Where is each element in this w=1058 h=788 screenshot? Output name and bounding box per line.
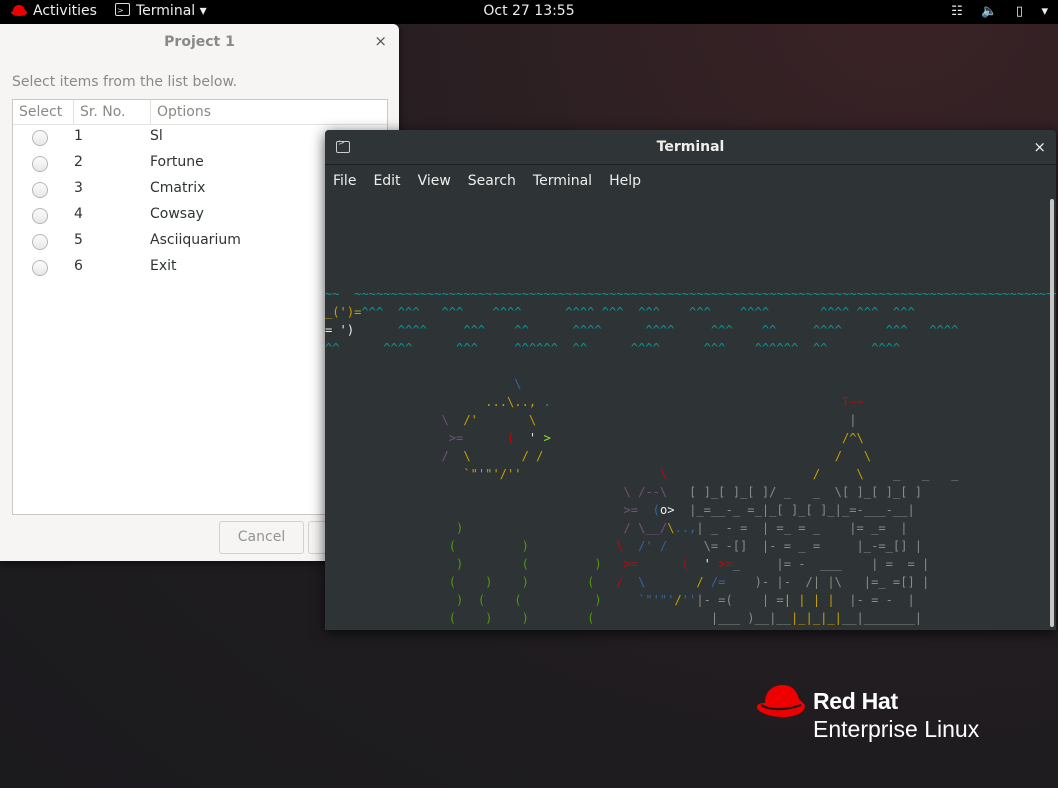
list-header: Select Sr. No. Options bbox=[13, 100, 387, 125]
system-tray[interactable]: ☷ 🔈 ▯ ▾ bbox=[937, 0, 1048, 24]
network-icon: ☷ bbox=[951, 4, 963, 19]
item-number: 4 bbox=[74, 206, 83, 222]
terminal-window: Terminal × File Edit View Search Termina… bbox=[325, 130, 1056, 630]
menu-search[interactable]: Search bbox=[460, 165, 525, 195]
select-radio[interactable] bbox=[32, 182, 48, 198]
terminal-scrollbar[interactable] bbox=[1050, 199, 1054, 627]
select-radio[interactable] bbox=[32, 208, 48, 224]
menu-view[interactable]: View bbox=[410, 165, 460, 195]
column-header-sr-no[interactable]: Sr. No. bbox=[74, 100, 151, 124]
item-number: 2 bbox=[74, 154, 83, 170]
top-bar: Activities Terminal ▾ Oct 27 13:55 ☷ 🔈 ▯… bbox=[0, 0, 1058, 24]
menu-terminal[interactable]: Terminal bbox=[525, 165, 601, 195]
item-number: 3 bbox=[74, 180, 83, 196]
item-number: 5 bbox=[74, 232, 83, 248]
select-radio[interactable] bbox=[32, 260, 48, 276]
brand-name: Red Hat bbox=[813, 688, 898, 714]
terminal-output[interactable]: ~~ ~~~~~~~~~~~~~~~~~~~~~~~~~~~~~~~~~~~~~… bbox=[325, 195, 1056, 630]
item-option: Exit bbox=[150, 258, 177, 274]
clock[interactable]: Oct 27 13:55 bbox=[0, 0, 1058, 24]
dialog-title: Project 1 bbox=[164, 34, 235, 50]
chevron-down-icon: ▾ bbox=[1041, 4, 1048, 19]
terminal-title: Terminal bbox=[656, 139, 725, 155]
select-radio[interactable] bbox=[32, 156, 48, 172]
column-header-options[interactable]: Options bbox=[151, 100, 387, 124]
volume-icon: 🔈 bbox=[981, 4, 998, 19]
battery-icon: ▯ bbox=[1015, 4, 1024, 19]
item-option: Cowsay bbox=[150, 206, 204, 222]
item-option: Cmatrix bbox=[150, 180, 206, 196]
item-option: Asciiquarium bbox=[150, 232, 241, 248]
redhat-logo-icon bbox=[757, 685, 805, 717]
menu-file[interactable]: File bbox=[325, 165, 365, 195]
dialog-instructions: Select items from the list below. bbox=[12, 74, 238, 90]
terminal-titlebar[interactable]: Terminal × bbox=[325, 130, 1056, 165]
item-number: 1 bbox=[74, 128, 83, 144]
item-option: Fortune bbox=[150, 154, 204, 170]
cancel-button[interactable]: Cancel bbox=[219, 521, 304, 554]
close-icon[interactable]: × bbox=[374, 32, 387, 50]
terminal-menubar: File Edit View Search Terminal Help bbox=[325, 165, 1056, 195]
menu-help[interactable]: Help bbox=[601, 165, 650, 195]
asciiquarium-art: ~~ ~~~~~~~~~~~~~~~~~~~~~~~~~~~~~~~~~~~~~… bbox=[325, 287, 1056, 625]
menu-edit[interactable]: Edit bbox=[365, 165, 409, 195]
select-radio[interactable] bbox=[32, 234, 48, 250]
item-option: Sl bbox=[150, 128, 163, 144]
select-radio[interactable] bbox=[32, 130, 48, 146]
close-icon[interactable]: × bbox=[1033, 138, 1046, 156]
column-header-select[interactable]: Select bbox=[13, 100, 74, 124]
item-number: 6 bbox=[74, 258, 83, 274]
brand-product: Enterprise Linux bbox=[813, 716, 980, 742]
